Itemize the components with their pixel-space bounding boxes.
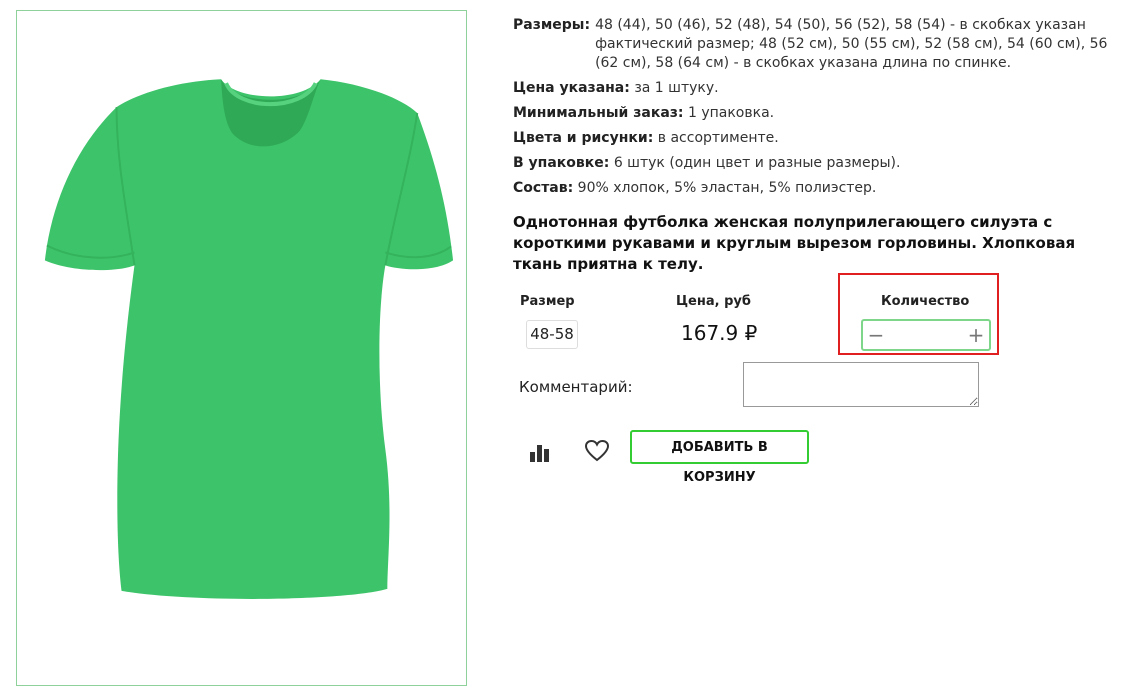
comment-label: Комментарий: — [519, 378, 633, 396]
spec-min-order: Минимальный заказ: 1 упаковка. — [513, 104, 1123, 123]
size-value: 48-58 — [526, 320, 578, 349]
quantity-input[interactable] — [889, 323, 967, 349]
order-table: Размер Цена, руб Количество 48-58 167.9 … — [513, 273, 1003, 360]
product-description: Однотонная футболка женская полуприлегаю… — [513, 213, 1076, 273]
spec-colors-value: в ассортименте. — [657, 130, 779, 146]
spec-sizes-value: 48 (44), 50 (46), 52 (48), 54 (50), 56 (… — [595, 17, 1108, 71]
spec-colors-label: Цвета и рисунки: — [513, 130, 654, 146]
heart-icon[interactable] — [584, 439, 610, 463]
spec-composition-value: 90% хлопок, 5% эластан, 5% полиэстер. — [577, 180, 877, 196]
price-header: Цена, руб — [676, 294, 751, 309]
quantity-decrease-button[interactable]: − — [863, 321, 889, 349]
size-header: Размер — [520, 294, 575, 309]
spec-package-label: В упаковке: — [513, 155, 610, 171]
tshirt-image — [44, 79, 454, 599]
spec-package: В упаковке: 6 штук (один цвет и разные р… — [513, 154, 1123, 173]
product-image[interactable] — [16, 10, 467, 686]
spec-composition-label: Состав: — [513, 180, 574, 196]
spec-price: Цена указана: за 1 штуку. — [513, 79, 1123, 98]
spec-price-label: Цена указана: — [513, 80, 630, 96]
spec-min-order-label: Минимальный заказ: — [513, 105, 684, 121]
quantity-stepper[interactable]: − + — [861, 319, 991, 351]
comment-field[interactable] — [743, 362, 979, 407]
quantity-increase-button[interactable]: + — [963, 321, 989, 349]
add-to-cart-button[interactable]: ДОБАВИТЬ В КОРЗИНУ — [630, 430, 809, 485]
spec-colors: Цвета и рисунки: в ассортименте. — [513, 129, 1123, 148]
spec-composition: Состав: 90% хлопок, 5% эластан, 5% полиэ… — [513, 179, 1123, 198]
spec-package-value: 6 штук (один цвет и разные размеры). — [613, 155, 901, 171]
bar-chart-icon[interactable] — [527, 440, 553, 464]
spec-sizes-label: Размеры: — [513, 17, 591, 33]
spec-min-order-value: 1 упаковка. — [687, 105, 775, 121]
price-value: 167.9 ₽ — [681, 321, 758, 345]
product-specs: Размеры: 48 (44), 50 (46), 52 (48), 54 (… — [513, 16, 1123, 204]
spec-sizes: Размеры: 48 (44), 50 (46), 52 (48), 54 (… — [513, 16, 1123, 73]
spec-price-value: за 1 штуку. — [634, 80, 719, 96]
